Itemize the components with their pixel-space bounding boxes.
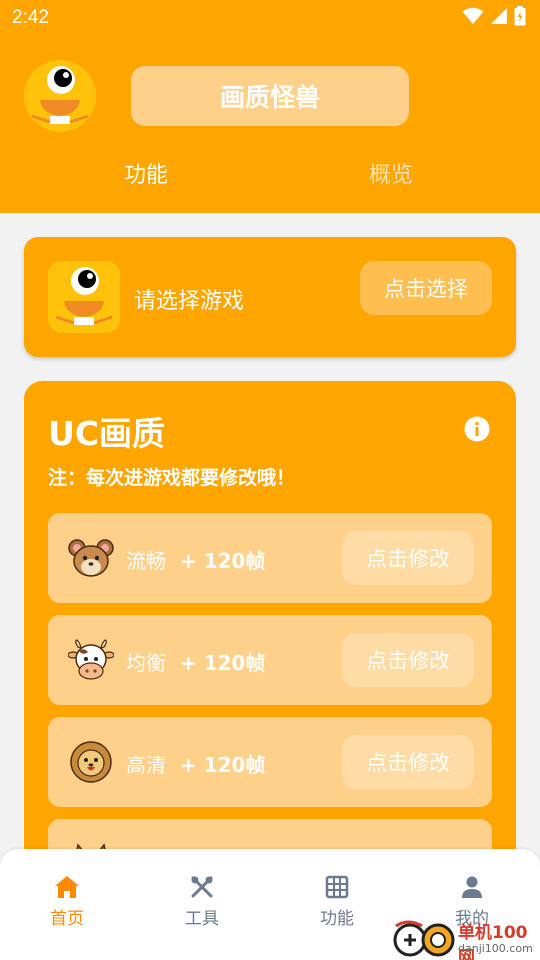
uc-card-title: UC画质: [48, 414, 166, 453]
watermark: 单机100网 danji100.com: [392, 918, 540, 960]
tab-overview[interactable]: 概览: [369, 157, 413, 189]
tab-features[interactable]: 功能: [124, 157, 168, 189]
nav-label: 工具: [185, 909, 219, 929]
nav-label: 功能: [320, 909, 354, 929]
lion-icon: [70, 741, 112, 783]
mode-row-partial: [48, 819, 492, 849]
watermark-logo: [393, 920, 455, 957]
uc-card-note: 注：每次进游戏都要修改哦！: [48, 467, 296, 489]
mode-name: 均衡: [126, 651, 166, 675]
wifi-icon: [462, 7, 484, 24]
mode-row-hd: 高清 + 120帧 点击修改: [48, 717, 492, 807]
nav-features[interactable]: 功能: [297, 875, 377, 929]
hamster-icon: [68, 539, 114, 577]
tools-icon: [191, 876, 213, 898]
info-icon[interactable]: [464, 416, 490, 442]
status-icons: [462, 6, 526, 26]
header: 2:42 画质怪兽 功能 概览: [0, 0, 540, 213]
signal-icon: [491, 8, 507, 24]
modify-button[interactable]: 点击修改: [342, 531, 474, 585]
nav-tools[interactable]: 工具: [162, 875, 242, 929]
game-select-card: 请选择游戏 点击选择: [24, 237, 516, 357]
mode-fps: + 120帧: [180, 549, 266, 573]
uc-quality-card: UC画质 注：每次进游戏都要修改哦！ 流畅 + 120帧 点击修改 均衡 + 1…: [24, 381, 516, 849]
mode-fps: + 120帧: [180, 753, 266, 777]
grid-icon: [325, 875, 349, 899]
game-select-prompt: 请选择游戏: [134, 289, 245, 314]
status-time: 2:42: [12, 7, 49, 28]
choose-game-button[interactable]: 点击选择: [360, 261, 492, 315]
user-icon: [462, 876, 482, 898]
battery-icon: [514, 6, 526, 26]
mode-name: 流畅: [126, 549, 166, 573]
mode-row-balanced: 均衡 + 120帧 点击修改: [48, 615, 492, 705]
game-icon: [48, 261, 120, 333]
modify-button[interactable]: 点击修改: [342, 633, 474, 687]
app-title: 画质怪兽: [131, 66, 409, 126]
modify-button[interactable]: 点击修改: [342, 735, 474, 789]
mode-name: 高清: [126, 753, 166, 777]
nav-label: 首页: [50, 909, 84, 929]
cow-icon: [68, 639, 114, 680]
nav-home[interactable]: 首页: [27, 875, 107, 929]
watermark-url: danji100.com: [458, 942, 533, 955]
main-content[interactable]: 请选择游戏 点击选择 UC画质 注：每次进游戏都要修改哦！ 流畅 + 120帧 …: [0, 213, 540, 849]
status-bar: 2:42: [0, 0, 540, 36]
mode-row-smooth: 流畅 + 120帧 点击修改: [48, 513, 492, 603]
app-logo-avatar[interactable]: [24, 60, 96, 132]
mode-fps: + 120帧: [180, 651, 266, 675]
home-icon: [55, 876, 79, 898]
